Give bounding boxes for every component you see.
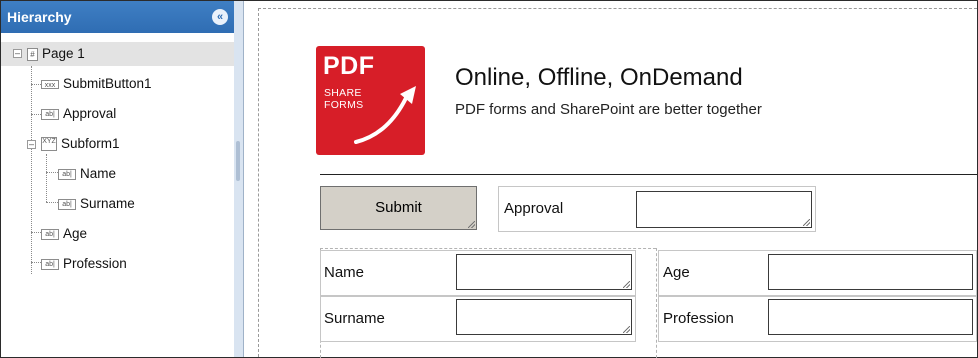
surname-label: Surname: [324, 310, 385, 327]
submit-button[interactable]: Submit: [320, 186, 477, 230]
age-label: Age: [663, 264, 690, 281]
tree-item-label: SubmitButton1: [63, 76, 152, 91]
tree-connector: [31, 262, 41, 263]
tree-connector: [46, 202, 58, 203]
form-headline: Online, Offline, OnDemand: [455, 64, 743, 91]
pdf-share-forms-logo: PDF SHARE FORMS: [316, 46, 425, 155]
subform-boundary: [656, 248, 657, 358]
tree-item-label: Profession: [63, 256, 127, 271]
tree-item-surname[interactable]: ab| Surname: [58, 192, 135, 216]
tree-item-label: Approval: [63, 106, 117, 121]
tree-item-label: Age: [63, 226, 88, 241]
tree-connector: [31, 84, 41, 85]
resize-grip-icon: [803, 219, 810, 226]
tree-connector: [31, 232, 41, 233]
age-input[interactable]: [768, 254, 973, 290]
profession-input[interactable]: [768, 299, 973, 335]
approval-input[interactable]: [636, 191, 812, 228]
tree-item-label: Subform1: [61, 136, 120, 151]
textfield-icon: ab|: [41, 228, 59, 240]
collapse-toggle-icon[interactable]: –: [27, 140, 36, 149]
tree-item-profession[interactable]: ab| Profession: [41, 252, 127, 276]
hierarchy-title: Hierarchy: [7, 9, 72, 25]
resize-grip-icon: [623, 281, 630, 288]
tree-item-label: Page 1: [42, 46, 85, 61]
splitter-grip[interactable]: [236, 141, 240, 181]
subform-icon: XYZ: [41, 137, 57, 152]
textfield-icon: ab|: [41, 258, 59, 270]
collapse-panel-icon[interactable]: «: [212, 9, 228, 25]
profession-label: Profession: [663, 310, 734, 327]
submit-button-label: Submit: [375, 199, 422, 216]
tree-connector: [46, 154, 47, 202]
tree-connector: [46, 172, 58, 173]
button-icon: xxx: [41, 79, 59, 89]
resize-grip-icon: [623, 326, 630, 333]
tree-item-submitbutton1[interactable]: xxx SubmitButton1: [41, 72, 152, 96]
tree-item-label: Surname: [80, 196, 135, 211]
textfield-icon: ab|: [58, 168, 76, 180]
name-label: Name: [324, 264, 365, 281]
tree-item-page-1[interactable]: – # Page 1: [1, 42, 234, 66]
hierarchy-header: Hierarchy «: [1, 1, 234, 33]
tree-item-label: Name: [80, 166, 117, 181]
resize-grip-icon: [468, 221, 475, 228]
subform-boundary: [320, 248, 656, 249]
form-subheadline: PDF forms and SharePoint are better toge…: [455, 101, 762, 118]
tree-connector: [31, 66, 32, 274]
collapse-toggle-icon[interactable]: –: [13, 49, 22, 58]
name-input[interactable]: [456, 254, 632, 290]
arrow-icon: [354, 86, 416, 144]
textfield-icon: ab|: [58, 198, 76, 210]
header-divider: [320, 174, 977, 175]
approval-label: Approval: [504, 200, 564, 217]
page-icon: #: [27, 47, 38, 61]
textfield-icon: ab|: [41, 108, 59, 120]
surname-input[interactable]: [456, 299, 632, 335]
tree-item-approval[interactable]: ab| Approval: [41, 102, 116, 126]
tree-item-age[interactable]: ab| Age: [41, 222, 87, 246]
tree-connector: [31, 114, 41, 115]
tree-item-name[interactable]: ab| Name: [58, 162, 116, 186]
panel-splitter[interactable]: [234, 1, 244, 357]
hierarchy-panel: Hierarchy « – # Page 1 xxx SubmitButton1 a…: [1, 1, 235, 357]
